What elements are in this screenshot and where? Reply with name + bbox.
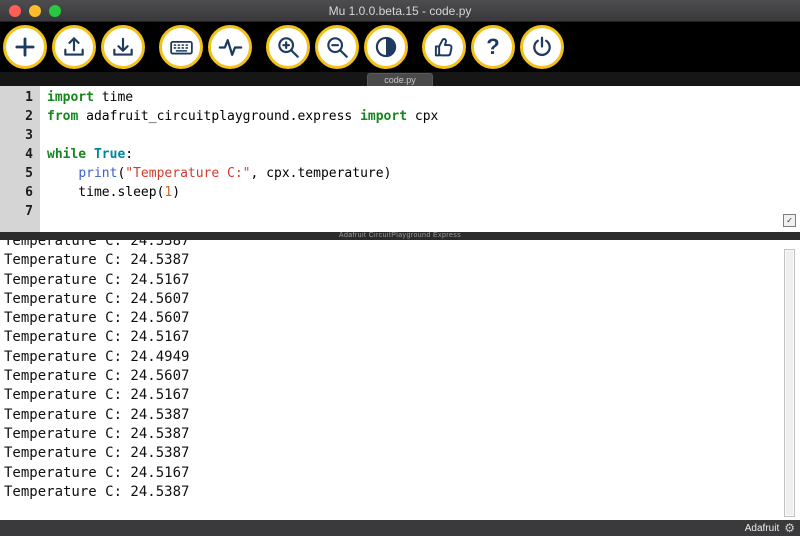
code-token: import <box>47 90 94 105</box>
tab-code-py[interactable]: code.py <box>367 73 433 86</box>
plotter-button[interactable] <box>208 25 252 69</box>
code-token: import <box>360 109 407 124</box>
plus-icon <box>12 34 38 60</box>
zoom-in-button[interactable] <box>266 25 310 69</box>
splitter-label: Adafruit CircuitPlayground Express <box>339 232 461 240</box>
serial-line: Temperature C: 24.5387 <box>4 406 800 425</box>
editor-scroll-indicator[interactable]: ✓ <box>783 214 796 227</box>
load-button[interactable] <box>52 25 96 69</box>
code-token: ) <box>172 185 180 200</box>
serial-line: Temperature C: 24.5167 <box>4 386 800 405</box>
code-token: cpx <box>407 109 438 124</box>
code-token: "Temperature C:" <box>125 166 250 181</box>
repl-button[interactable] <box>159 25 203 69</box>
zoom-out-button[interactable] <box>315 25 359 69</box>
code-line: time.sleep(1) <box>47 183 800 202</box>
code-token: adafruit_circuitplayground.express <box>78 109 360 124</box>
code-area[interactable]: import timefrom adafruit_circuitplaygrou… <box>40 86 800 232</box>
serial-scrollbar-thumb[interactable] <box>786 251 793 515</box>
serial-line: Temperature C: 24.5607 <box>4 290 800 309</box>
serial-line: Temperature C: 24.5167 <box>4 271 800 290</box>
serial-line: Temperature C: 24.5387 <box>4 483 800 502</box>
save-button[interactable] <box>101 25 145 69</box>
code-editor[interactable]: 1234567 import timefrom adafruit_circuit… <box>0 86 800 232</box>
serial-line: Temperature C: 24.5167 <box>4 464 800 483</box>
theme-button[interactable] <box>364 25 408 69</box>
code-line: from adafruit_circuitplayground.express … <box>47 107 800 126</box>
serial-line: Temperature C: 24.5607 <box>4 367 800 386</box>
serial-line: Temperature C: 24.5387 <box>4 240 800 251</box>
serial-line: Temperature C: 24.5607 <box>4 309 800 328</box>
pane-splitter[interactable]: Adafruit CircuitPlayground Express <box>0 232 800 240</box>
line-number: 7 <box>0 202 33 221</box>
serial-line: Temperature C: 24.4949 <box>4 348 800 367</box>
quit-button[interactable] <box>520 25 564 69</box>
line-number: 3 <box>0 126 33 145</box>
line-number: 2 <box>0 107 33 126</box>
magnifier-plus-icon <box>275 34 301 60</box>
serial-line: Temperature C: 24.5387 <box>4 425 800 444</box>
traffic-lights <box>9 5 61 17</box>
editor-gutter: 1234567 <box>0 86 40 232</box>
code-line <box>47 202 800 221</box>
zoom-window-button[interactable] <box>49 5 61 17</box>
serial-line: Temperature C: 24.5387 <box>4 251 800 270</box>
mu-editor-window: Mu 1.0.0.beta.15 - code.py <box>0 0 800 536</box>
serial-line: Temperature C: 24.5387 <box>4 444 800 463</box>
serial-output: Temperature C: 24.5387Temperature C: 24.… <box>0 240 800 502</box>
help-button[interactable]: ? <box>471 25 515 69</box>
code-token <box>47 166 78 181</box>
titlebar: Mu 1.0.0.beta.15 - code.py <box>0 0 800 22</box>
minimize-button[interactable] <box>29 5 41 17</box>
settings-gear-icon[interactable]: ⚙ <box>784 522 795 534</box>
line-number: 5 <box>0 164 33 183</box>
code-token: True <box>94 147 125 162</box>
code-line: while True: <box>47 145 800 164</box>
code-line <box>47 126 800 145</box>
serial-line: Temperature C: 24.5167 <box>4 328 800 347</box>
status-bar: Adafruit ⚙ <box>0 520 800 536</box>
line-number: 6 <box>0 183 33 202</box>
upload-arrow-icon <box>61 34 87 60</box>
thumbs-up-icon <box>431 34 457 60</box>
question-mark-icon: ? <box>486 36 499 58</box>
close-button[interactable] <box>9 5 21 17</box>
download-arrow-icon <box>110 34 136 60</box>
contrast-icon <box>373 34 399 60</box>
check-button[interactable] <box>422 25 466 69</box>
device-status-label: Adafruit <box>745 523 779 534</box>
code-token: , cpx.temperature) <box>251 166 392 181</box>
code-line: print("Temperature C:", cpx.temperature) <box>47 164 800 183</box>
code-token: time <box>94 90 133 105</box>
code-token: from <box>47 109 78 124</box>
pulse-icon <box>217 34 244 61</box>
serial-console[interactable]: Temperature C: 24.5387Temperature C: 24.… <box>0 240 800 520</box>
code-token: : <box>125 147 133 162</box>
code-token: print <box>78 166 117 181</box>
code-token: while <box>47 147 86 162</box>
code-token <box>86 147 94 162</box>
line-number: 4 <box>0 145 33 164</box>
keyboard-icon <box>168 34 195 61</box>
new-button[interactable] <box>3 25 47 69</box>
code-line: import time <box>47 88 800 107</box>
serial-scrollbar[interactable] <box>784 249 795 517</box>
power-icon <box>529 34 555 60</box>
window-title: Mu 1.0.0.beta.15 - code.py <box>0 4 800 18</box>
code-token: time.sleep( <box>47 185 164 200</box>
line-number: 1 <box>0 88 33 107</box>
tab-bar: code.py <box>0 72 800 86</box>
toolbar: ? <box>0 22 800 72</box>
magnifier-minus-icon <box>324 34 350 60</box>
